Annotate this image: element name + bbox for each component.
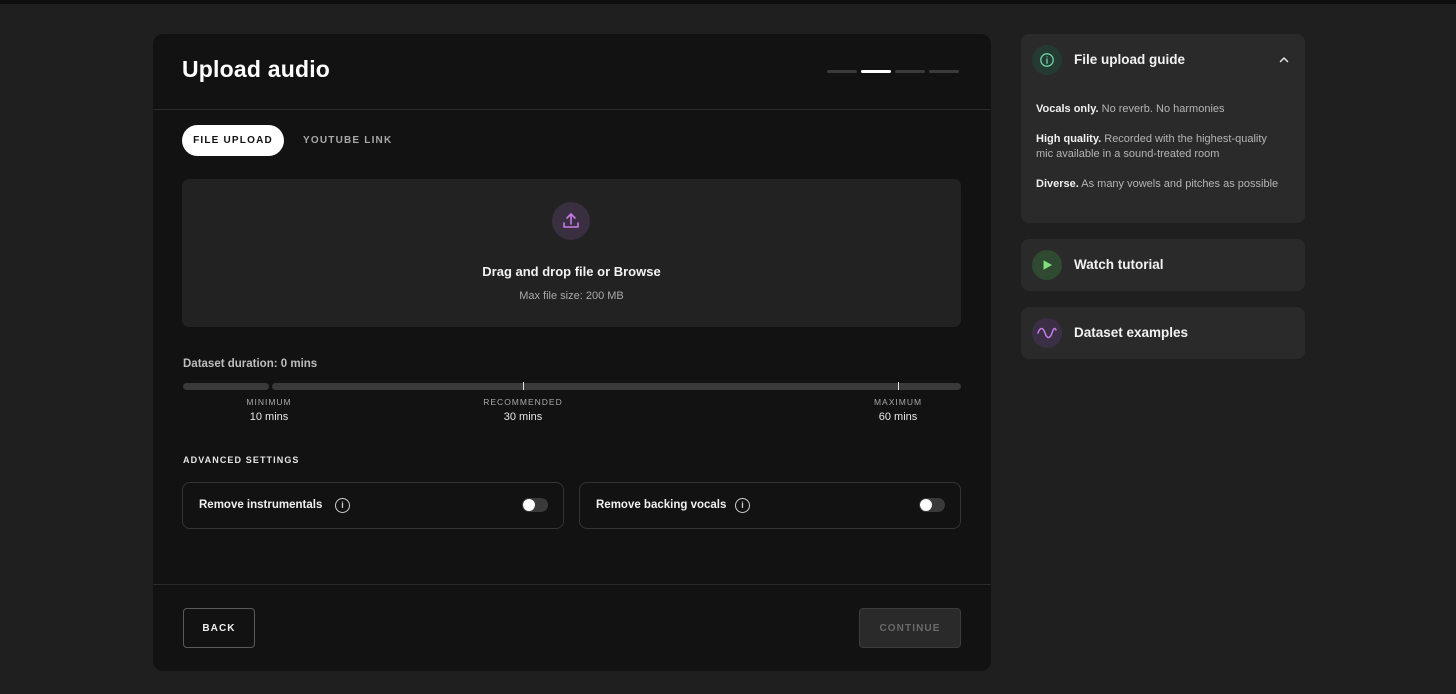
duration-segment-minimum bbox=[183, 383, 269, 390]
back-button[interactable]: BACK bbox=[183, 608, 255, 648]
card-header: Upload audio bbox=[153, 34, 991, 110]
maximum-caption: MAXIMUM bbox=[873, 397, 923, 407]
option-label: Remove backing vocals bbox=[596, 499, 727, 511]
remove-instrumentals-toggle[interactable] bbox=[522, 498, 548, 512]
source-tabs: FILE UPLOAD YOUTUBE LINK bbox=[182, 125, 403, 156]
tab-youtube-link[interactable]: YOUTUBE LINK bbox=[292, 125, 403, 156]
toggle-knob bbox=[920, 499, 932, 511]
guide-item: High quality. Recorded with the highest-… bbox=[1036, 132, 1286, 162]
minimum-value: 10 mins bbox=[249, 411, 289, 423]
dropzone-subtitle: Max file size: 200 MB bbox=[519, 290, 624, 302]
play-icon bbox=[1032, 250, 1062, 280]
guide-item-bold: Diverse. bbox=[1036, 178, 1079, 190]
info-circle-icon bbox=[1032, 45, 1062, 75]
watch-tutorial-header[interactable]: Watch tutorial bbox=[1021, 239, 1305, 291]
advanced-settings-label: ADVANCED SETTINGS bbox=[183, 455, 300, 465]
info-icon[interactable]: i bbox=[735, 498, 750, 513]
guide-item: Vocals only. No reverb. No harmonies bbox=[1036, 102, 1286, 117]
dataset-examples-header[interactable]: Dataset examples bbox=[1021, 307, 1305, 359]
dropzone-title: Drag and drop file or Browse bbox=[482, 264, 661, 279]
maximum-tick bbox=[898, 382, 899, 390]
chevron-up-icon[interactable] bbox=[1278, 53, 1290, 71]
option-label: Remove instrumentals bbox=[199, 499, 323, 511]
file-upload-guide-header[interactable]: File upload guide bbox=[1021, 34, 1305, 86]
step-4 bbox=[929, 70, 959, 73]
step-3 bbox=[895, 70, 925, 73]
continue-button[interactable]: CONTINUE bbox=[859, 608, 961, 648]
minimum-marker: MINIMUM 10 mins bbox=[209, 397, 329, 423]
info-icon[interactable]: i bbox=[335, 498, 350, 513]
guide-item: Diverse. As many vowels and pitches as p… bbox=[1036, 177, 1286, 192]
guide-item-text: As many vowels and pitches as possible bbox=[1078, 178, 1279, 190]
duration-track bbox=[183, 382, 961, 390]
dataset-duration-label: Dataset duration: 0 mins bbox=[183, 358, 318, 370]
guide-item-text: No reverb. No harmonies bbox=[1098, 103, 1225, 115]
recommended-value: 30 mins bbox=[503, 411, 543, 423]
upload-card: Upload audio FILE UPLOAD YOUTUBE LINK Dr… bbox=[153, 34, 991, 671]
guide-title: File upload guide bbox=[1074, 52, 1185, 67]
step-indicator bbox=[827, 70, 959, 73]
page-title: Upload audio bbox=[182, 56, 331, 82]
guide-item-bold: Vocals only. bbox=[1036, 103, 1099, 115]
footer-divider bbox=[153, 584, 991, 585]
remove-backing-vocals-toggle[interactable] bbox=[919, 498, 945, 512]
step-2 bbox=[861, 70, 891, 73]
duration-segment-main bbox=[272, 383, 961, 390]
waveform-icon bbox=[1032, 318, 1062, 348]
option-remove-backing-vocals: Remove backing vocals i bbox=[579, 482, 961, 529]
recommended-tick bbox=[523, 382, 524, 390]
maximum-value: 60 mins bbox=[878, 411, 918, 423]
maximum-marker: MAXIMUM 60 mins bbox=[838, 397, 958, 423]
step-1 bbox=[827, 70, 857, 73]
watch-tutorial-panel[interactable]: Watch tutorial bbox=[1021, 239, 1305, 291]
toggle-knob bbox=[523, 499, 535, 511]
file-dropzone[interactable]: Drag and drop file or Browse Max file si… bbox=[182, 179, 961, 327]
recommended-marker: RECOMMENDED 30 mins bbox=[463, 397, 583, 423]
tutorial-title: Watch tutorial bbox=[1074, 257, 1164, 272]
guide-item-bold: High quality. bbox=[1036, 133, 1102, 145]
dataset-examples-panel[interactable]: Dataset examples bbox=[1021, 307, 1305, 359]
top-bar bbox=[0, 0, 1456, 4]
file-upload-guide-panel: File upload guide Vocals only. No reverb… bbox=[1021, 34, 1305, 223]
examples-title: Dataset examples bbox=[1074, 325, 1189, 340]
upload-icon bbox=[552, 202, 590, 240]
recommended-caption: RECOMMENDED bbox=[483, 397, 563, 407]
tab-file-upload[interactable]: FILE UPLOAD bbox=[182, 125, 284, 156]
option-remove-instrumentals: Remove instrumentals i bbox=[182, 482, 564, 529]
guide-body: Vocals only. No reverb. No harmonies Hig… bbox=[1036, 102, 1286, 207]
minimum-caption: MINIMUM bbox=[246, 397, 292, 407]
